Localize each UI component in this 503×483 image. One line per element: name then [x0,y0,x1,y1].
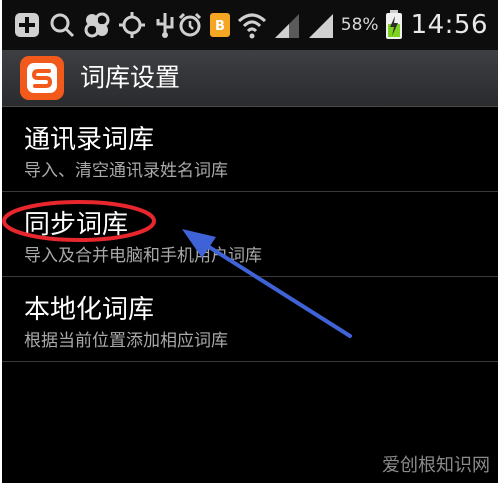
settings-list: 通讯录词库 导入、清空通讯录姓名词库 同步词库 导入及合并电脑和手机用户词库 本… [2,107,498,362]
status-bar-notifications [14,10,176,40]
sync-icon [119,12,145,38]
app-icon [84,12,110,38]
clock: 14:56 [410,10,488,40]
list-item-subtitle: 根据当前位置添加相应词库 [24,331,228,351]
signal-icon [274,14,299,38]
action-bar: 词库设置 [2,50,498,107]
alarm-icon [178,12,201,37]
plus-icon [15,13,39,37]
battery-charging-icon [385,10,402,39]
sogou-s-glyph [27,63,57,93]
list-item-contacts-dictionary[interactable]: 通讯录词库 导入、清空通讯录姓名词库 [2,107,498,192]
sogou-s-icon[interactable] [20,56,64,100]
notification-icon: B [209,13,230,37]
search-icon [50,13,75,38]
list-item-subtitle: 导入、清空通讯录姓名词库 [24,161,228,181]
watermark: 爱创根知识网 [382,455,490,476]
list-item-subtitle: 导入及合并电脑和手机用户词库 [24,246,262,266]
phone-screen: B 58% 14:56 词库设置 通讯录词库 导入、清空通讯录姓名词库 同步词库… [2,0,498,483]
wifi-icon [237,13,266,39]
status-bar: B 58% 14:56 [2,0,498,50]
list-item-local-dictionary[interactable]: 本地化词库 根据当前位置添加相应词库 [2,277,498,362]
signal-icon [308,14,333,38]
page-title: 词库设置 [80,63,181,92]
svg-text:B: B [215,19,225,34]
list-item-title: 通讯录词库 [24,125,155,155]
battery-percent: 58% [340,15,379,35]
usb-icon [156,13,174,38]
list-item-title: 本地化词库 [24,295,155,325]
list-item-sync-dictionary[interactable]: 同步词库 导入及合并电脑和手机用户词库 [2,192,498,277]
list-item-title: 同步词库 [24,210,129,240]
status-bar-system: B 58% 14:56 [177,8,488,42]
